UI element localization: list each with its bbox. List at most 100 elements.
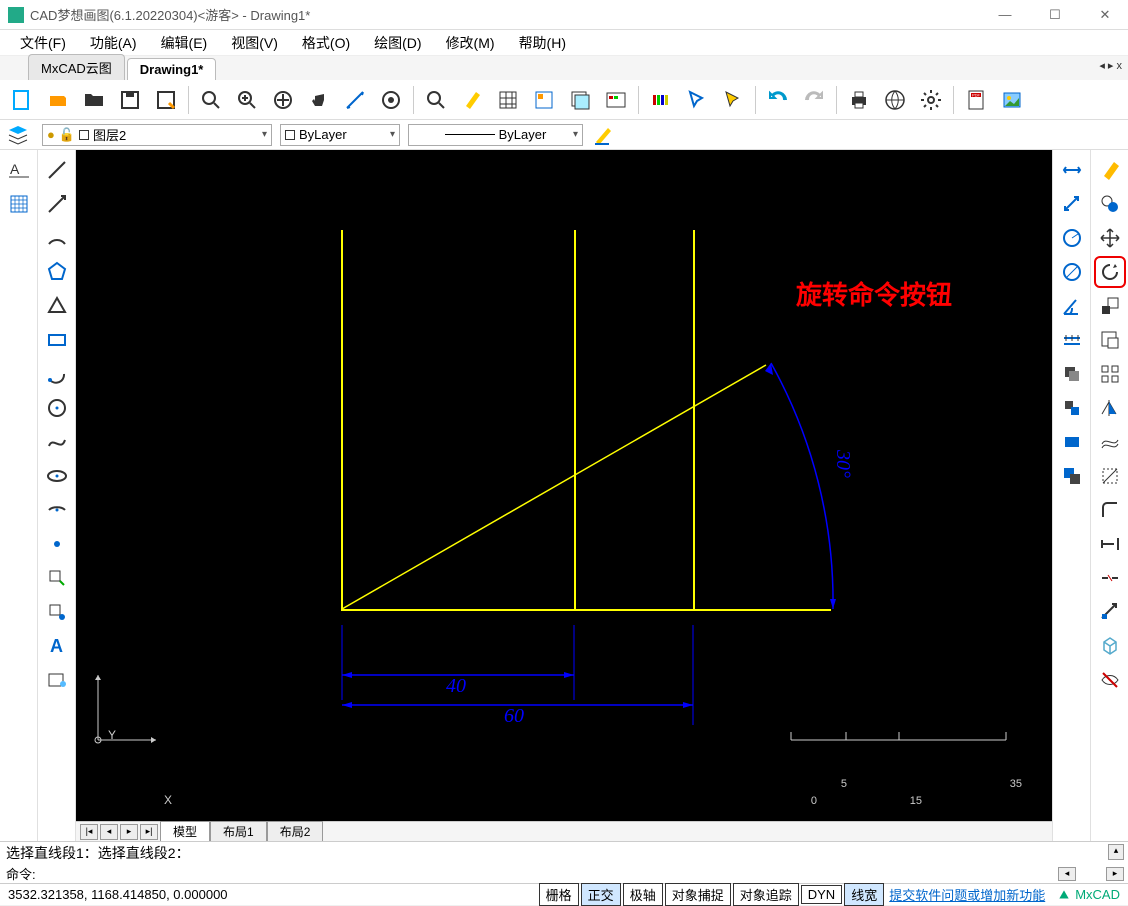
palette-icon[interactable] [645, 84, 677, 116]
explode-icon[interactable] [1094, 460, 1126, 492]
hide-icon[interactable] [1094, 664, 1126, 696]
quick-select-icon[interactable] [717, 84, 749, 116]
tab-model[interactable]: 模型 [160, 821, 210, 841]
web-icon[interactable] [879, 84, 911, 116]
linetype-selector[interactable]: ByLayer ▾ [408, 124, 583, 146]
pencil-icon[interactable] [591, 123, 619, 147]
layout-scroll-first[interactable]: |◂ [80, 824, 98, 840]
undo-icon[interactable] [762, 84, 794, 116]
stretch-icon[interactable] [1094, 596, 1126, 628]
save-as-icon[interactable] [150, 84, 182, 116]
break-icon[interactable] [1094, 562, 1126, 594]
image-icon[interactable] [996, 84, 1028, 116]
menu-format[interactable]: 格式(O) [290, 31, 362, 55]
options-icon[interactable] [600, 84, 632, 116]
open-folder-icon[interactable] [78, 84, 110, 116]
pdf-icon[interactable]: PDF [960, 84, 992, 116]
cmd-scroll-left[interactable]: ◂ [1058, 867, 1076, 881]
zoom-window-icon[interactable] [195, 84, 227, 116]
move-icon[interactable] [1094, 222, 1126, 254]
fill-rect-icon[interactable] [1056, 426, 1088, 458]
zoom-previous-icon[interactable] [375, 84, 407, 116]
arc3p-icon[interactable] [41, 358, 73, 390]
tab-cloud[interactable]: MxCAD云图 [28, 54, 125, 80]
mode-grid[interactable]: 栅格 [539, 883, 579, 906]
layer-move-icon[interactable] [1056, 392, 1088, 424]
insert-block-icon[interactable] [41, 596, 73, 628]
minimize-button[interactable]: — [990, 7, 1020, 23]
rotate-icon[interactable] [1094, 256, 1126, 288]
search-icon[interactable] [420, 84, 452, 116]
mode-osnap[interactable]: 对象捕捉 [665, 883, 731, 906]
print-icon[interactable] [843, 84, 875, 116]
color-selector[interactable]: ByLayer ▾ [280, 124, 400, 146]
tab-layout1[interactable]: 布局1 [210, 821, 267, 841]
layer-panel-icon[interactable] [564, 84, 596, 116]
layer-stack-icon[interactable] [1056, 358, 1088, 390]
dim-aligned-icon[interactable] [1056, 188, 1088, 220]
3d-icon[interactable] [1094, 630, 1126, 662]
menu-function[interactable]: 功能(A) [78, 31, 149, 55]
new-file-icon[interactable] [6, 84, 38, 116]
mode-lwt[interactable]: 线宽 [844, 883, 884, 906]
copy-layer-icon[interactable] [1056, 460, 1088, 492]
highlight-icon[interactable] [456, 84, 488, 116]
fillet-icon[interactable] [1094, 494, 1126, 526]
circle-icon[interactable] [41, 392, 73, 424]
close-button[interactable]: ✕ [1090, 7, 1120, 23]
menu-file[interactable]: 文件(F) [8, 31, 78, 55]
menu-edit[interactable]: 编辑(E) [149, 31, 220, 55]
layout-scroll-last[interactable]: ▸| [140, 824, 158, 840]
text-style-icon[interactable]: A [3, 154, 35, 186]
ray-icon[interactable] [41, 188, 73, 220]
zoom-extents-icon[interactable] [267, 84, 299, 116]
point-icon[interactable] [41, 528, 73, 560]
mirror-icon[interactable] [1094, 392, 1126, 424]
mode-otrack[interactable]: 对象追踪 [733, 883, 799, 906]
dim-linear-icon[interactable] [1056, 154, 1088, 186]
drawing-canvas[interactable]: 40 60 30° 旋转命令按钮 Y X 5 35 0 15 [76, 150, 1052, 821]
extend-icon[interactable] [1094, 528, 1126, 560]
dim-continue-icon[interactable] [1056, 324, 1088, 356]
layout-scroll-prev[interactable]: ◂ [100, 824, 118, 840]
feedback-link[interactable]: 提交软件问题或增加新功能 [885, 885, 1049, 904]
settings-icon[interactable] [915, 84, 947, 116]
cmd-scroll-right[interactable]: ▸ [1106, 867, 1124, 881]
mode-ortho[interactable]: 正交 [581, 883, 621, 906]
triangle-icon[interactable] [41, 290, 73, 322]
rectangle-icon[interactable] [41, 324, 73, 356]
properties-icon[interactable] [528, 84, 560, 116]
menu-modify[interactable]: 修改(M) [434, 31, 507, 55]
revision-cloud-icon[interactable] [41, 664, 73, 696]
scale-icon[interactable] [1094, 290, 1126, 322]
save-icon[interactable] [114, 84, 146, 116]
cmd-scroll-up[interactable]: ▴ [1108, 844, 1124, 860]
pan-icon[interactable] [303, 84, 335, 116]
measure-icon[interactable] [339, 84, 371, 116]
table-icon[interactable] [492, 84, 524, 116]
tab-layout2[interactable]: 布局2 [267, 821, 324, 841]
redo-icon[interactable] [798, 84, 830, 116]
command-prompt[interactable]: 命令: ◂ ▸ [0, 863, 1128, 883]
zoom-in-icon[interactable] [231, 84, 263, 116]
maximize-button[interactable]: ☐ [1040, 7, 1070, 23]
layer-manager-icon[interactable] [6, 123, 34, 147]
tab-controls[interactable]: ◂ ▸ x [1099, 59, 1122, 72]
erase-icon[interactable] [1094, 154, 1126, 186]
ellipse-arc-icon[interactable] [41, 494, 73, 526]
mtext-icon[interactable]: A [41, 630, 73, 662]
trim-icon[interactable] [1094, 324, 1126, 356]
copy-icon[interactable] [1094, 188, 1126, 220]
layer-selector[interactable]: ●🔓 图层2 ▾ [42, 124, 272, 146]
block-icon[interactable] [41, 562, 73, 594]
menu-draw[interactable]: 绘图(D) [362, 31, 433, 55]
menu-view[interactable]: 视图(V) [219, 31, 290, 55]
line-icon[interactable] [41, 154, 73, 186]
hatch-icon[interactable] [3, 188, 35, 220]
brand-label[interactable]: MxCAD [1049, 887, 1128, 902]
open-cloud-icon[interactable] [42, 84, 74, 116]
spline-icon[interactable] [41, 426, 73, 458]
dim-diameter-icon[interactable] [1056, 256, 1088, 288]
arc-icon[interactable] [41, 222, 73, 254]
dim-angular-icon[interactable] [1056, 290, 1088, 322]
